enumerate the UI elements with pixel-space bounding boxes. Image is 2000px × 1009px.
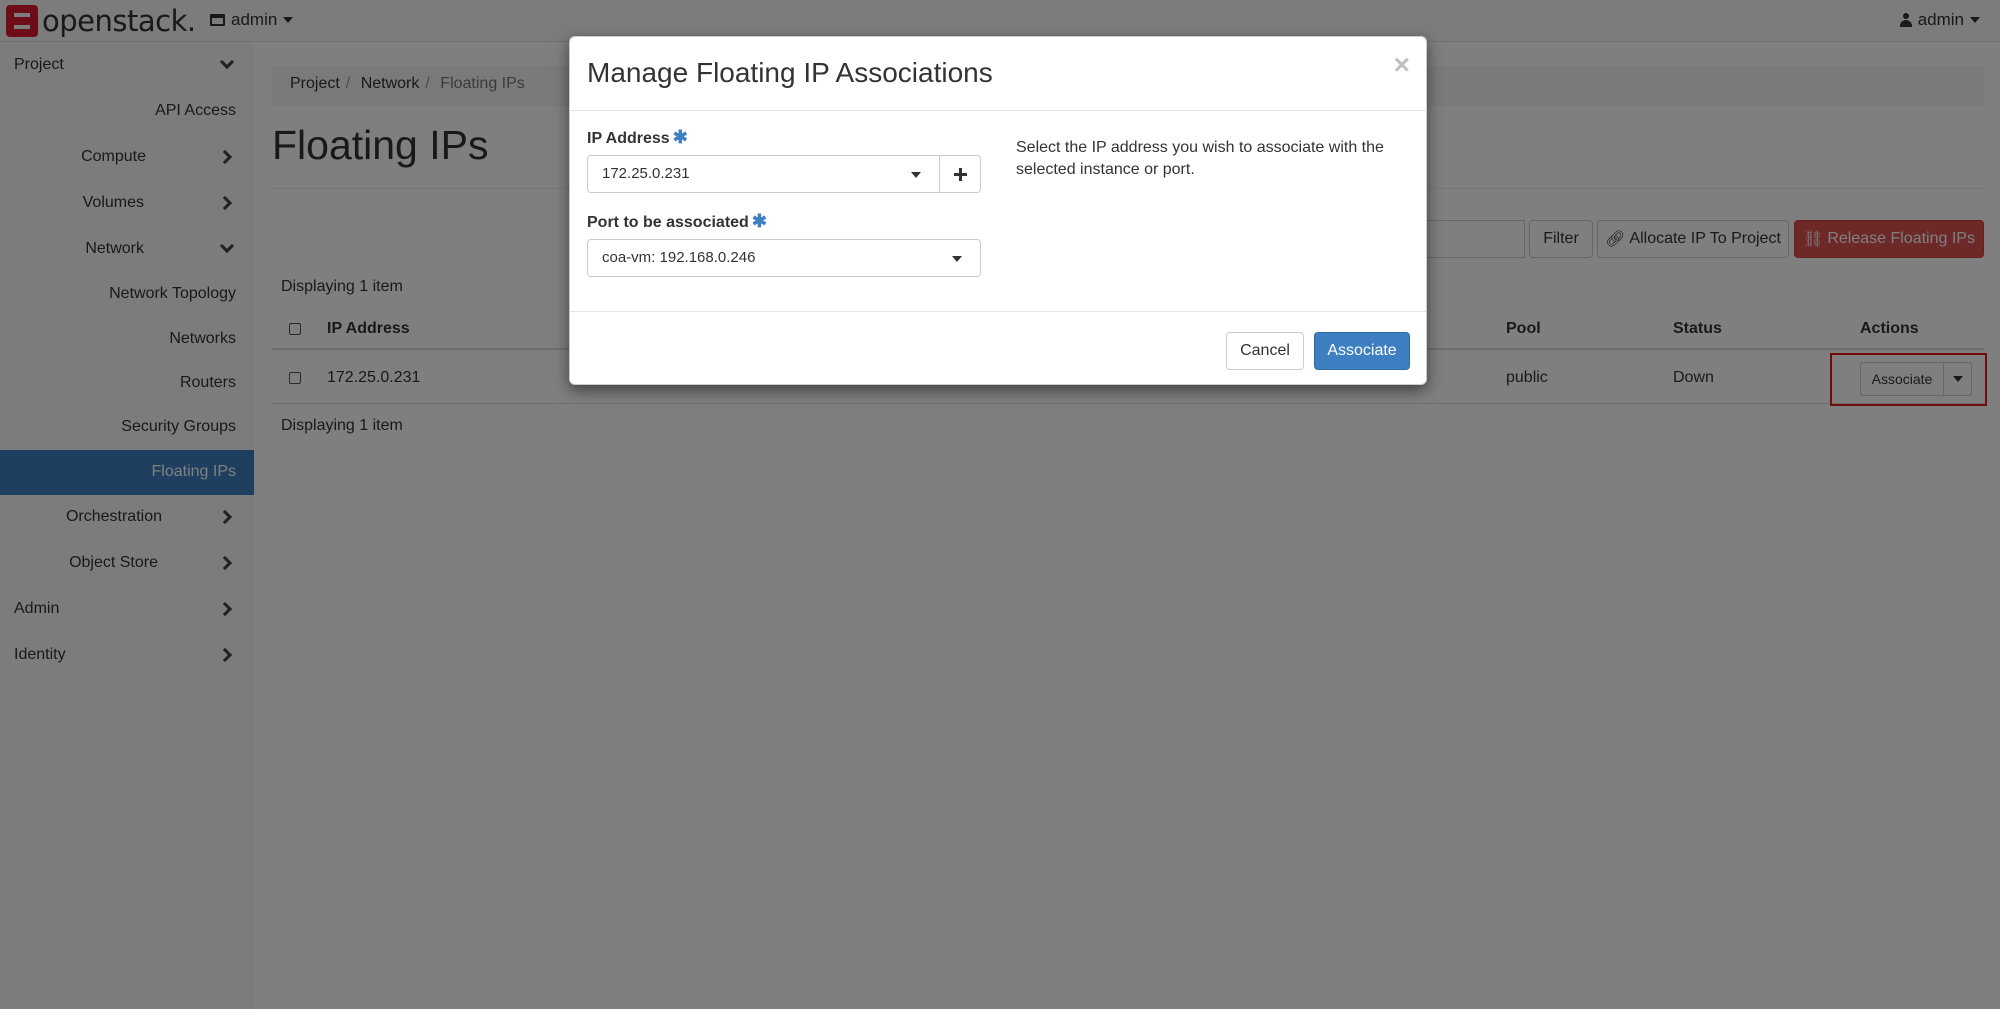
port-label: Port to be associated ✱ xyxy=(587,211,767,232)
port-label-text: Port to be associated xyxy=(587,214,749,231)
ip-address-value: 172.25.0.231 xyxy=(602,165,690,182)
associate-label: Associate xyxy=(1327,342,1397,359)
port-value: coa-vm: 192.168.0.246 xyxy=(602,249,756,266)
ip-address-select[interactable]: 172.25.0.231 xyxy=(587,155,940,193)
manage-floating-ip-modal: Manage Floating IP Associations × IP Add… xyxy=(569,36,1427,385)
ip-address-label-text: IP Address xyxy=(587,130,670,147)
port-select[interactable]: coa-vm: 192.168.0.246 xyxy=(587,239,981,277)
caret-down-icon xyxy=(952,256,962,262)
required-icon: ✱ xyxy=(672,127,688,147)
cancel-label: Cancel xyxy=(1240,342,1290,359)
modal-footer-divider xyxy=(570,311,1426,312)
modal-header: Manage Floating IP Associations × xyxy=(570,37,1426,111)
cancel-button[interactable]: Cancel xyxy=(1226,332,1304,370)
modal-title: Manage Floating IP Associations xyxy=(587,57,993,88)
required-icon: ✱ xyxy=(751,211,767,231)
allocate-ip-plus-button[interactable] xyxy=(939,155,981,193)
associate-button[interactable]: Associate xyxy=(1314,332,1410,370)
help-text: Select the IP address you wish to associ… xyxy=(1016,139,1384,178)
close-icon[interactable]: × xyxy=(1394,51,1410,79)
ip-address-label: IP Address ✱ xyxy=(587,127,688,148)
caret-down-icon xyxy=(911,172,921,178)
